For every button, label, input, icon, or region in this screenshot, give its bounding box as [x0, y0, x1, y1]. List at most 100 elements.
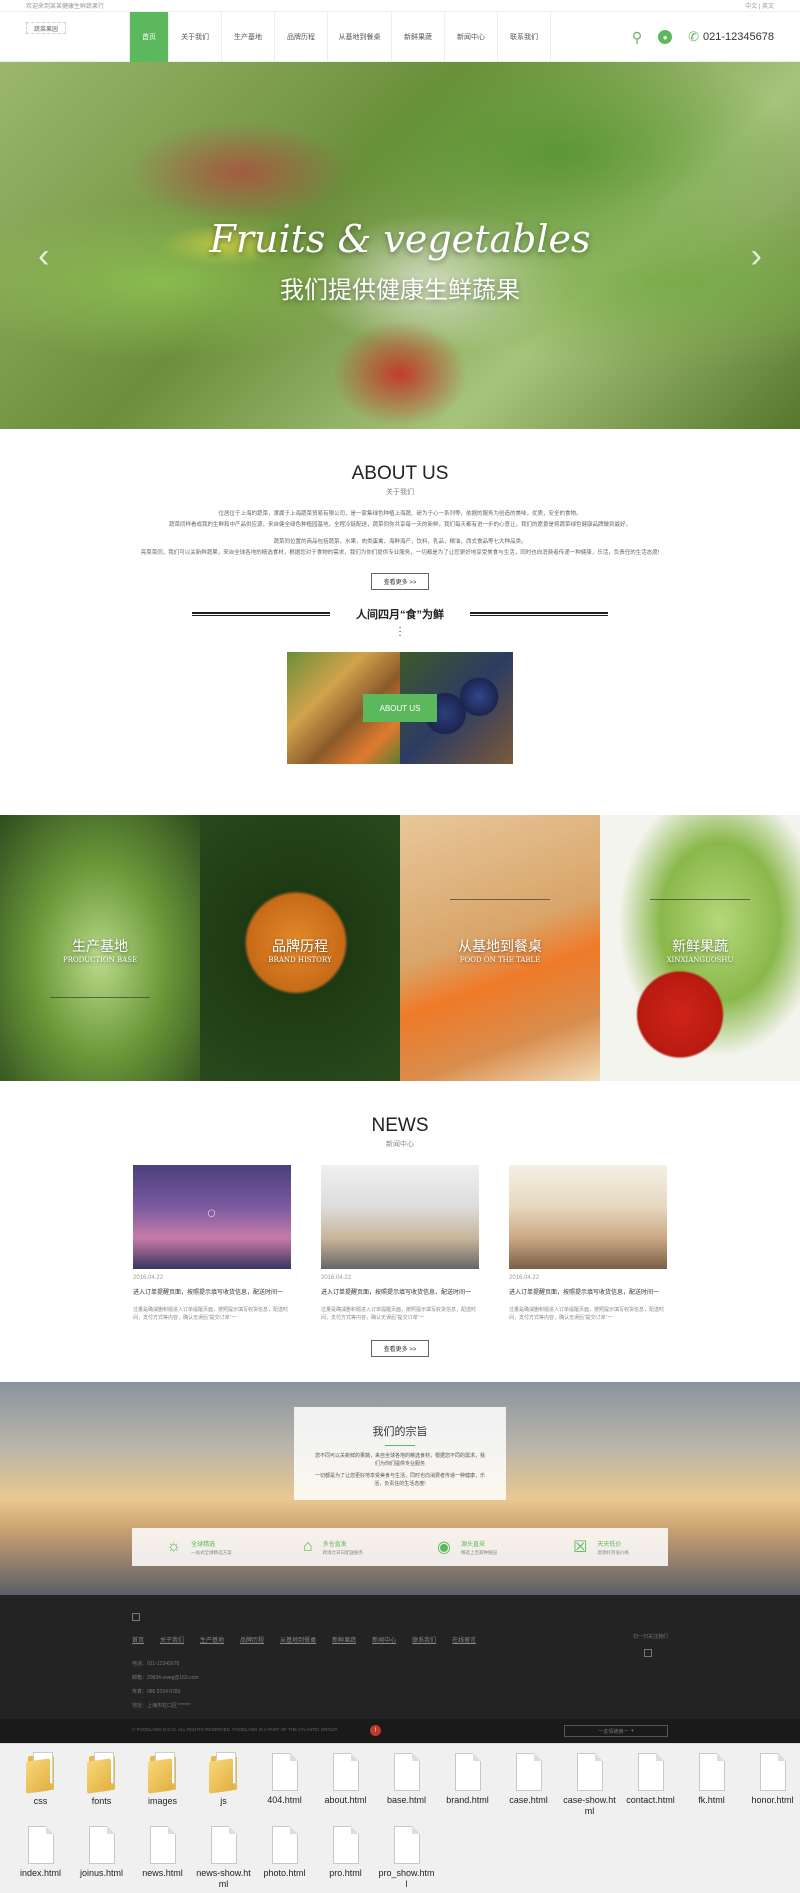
hotel-logo-image: ◯	[207, 1210, 217, 1217]
html-file-icon	[332, 1826, 359, 1864]
html-file-icon	[27, 1826, 54, 1864]
about-paragraph: 蔬菜同位置的商品包括蔬菜，水果，肉类蛋禽，海鲜海产，饮料，乳品，粮油，西式食品等…	[273, 539, 527, 545]
news-title[interactable]: 进入订单提醒页面，按照提示填写收货信息，配送时间一	[321, 1289, 479, 1298]
file-item[interactable]: about.html	[315, 1750, 376, 1823]
menu-item-brand[interactable]: 品牌历程	[275, 12, 328, 62]
file-item[interactable]: pro_show.html	[376, 1823, 437, 1893]
footer-link[interactable]: 首页	[132, 1635, 144, 1644]
news-title[interactable]: 进入订单提醒页面，按照提示填写收货信息，配送时间一	[133, 1289, 291, 1298]
html-file-icon	[393, 1826, 420, 1864]
about-us-badge[interactable]: ABOUT US	[363, 694, 437, 722]
menu-item-table[interactable]: 从基地到餐桌	[328, 12, 392, 62]
file-item[interactable]: index.html	[10, 1823, 71, 1893]
friend-links-select[interactable]: 一友情链接一 ▾	[564, 1725, 668, 1737]
file-item[interactable]: photo.html	[254, 1823, 315, 1893]
footer-link[interactable]: 品牌历程	[240, 1635, 264, 1644]
file-name: pro_show.html	[378, 1868, 435, 1889]
security-badge-icon[interactable]: !	[370, 1725, 381, 1736]
hero-title: Fruits & vegetables	[209, 217, 591, 261]
search-icon[interactable]: ⚲	[632, 29, 642, 46]
news-title[interactable]: 进入订单提醒页面，按照提示填写收货信息，配送时间一	[509, 1289, 667, 1298]
tile-subtitle: FOOD ON THE TABLE	[459, 956, 541, 964]
tile-brand-history[interactable]: 品牌历程 BRAND HISTORY	[200, 815, 400, 1081]
folder-item[interactable]: js	[193, 1750, 254, 1823]
contact-line: 地址：上海市虹口区*******	[132, 1703, 191, 1709]
about-images: ABOUT US	[287, 652, 513, 764]
html-file-icon	[88, 1826, 115, 1864]
file-item[interactable]: honor.html	[742, 1750, 800, 1823]
tile-title: 生产基地	[72, 938, 128, 954]
file-item[interactable]: brand.html	[437, 1750, 498, 1823]
html-file-icon	[393, 1753, 420, 1791]
about-paragraph: 蔬菜同样看成我的生鲜和中产品供应源，来自健全绿色种植园基地，全程冷链配送，蔬菜同…	[168, 522, 631, 528]
footer-link[interactable]: 在线留言	[452, 1635, 476, 1644]
footer-link[interactable]: 新闻中心	[372, 1635, 396, 1644]
folder-item[interactable]: fonts	[71, 1750, 132, 1823]
tile-subtitle: BRAND HISTORY	[268, 956, 332, 964]
folder-item[interactable]: images	[132, 1750, 193, 1823]
file-name: fonts	[91, 1796, 112, 1806]
tile-production-base[interactable]: 生产基地 PRODUCTION BASE	[0, 815, 200, 1081]
footer-link[interactable]: 新鲜果蔬	[332, 1635, 356, 1644]
copyright-text: © FOODLAND D.O.O. ALL RIGHTS RESERVED. F…	[132, 1727, 338, 1732]
site-logo[interactable]: 蔬菜果园	[26, 22, 66, 34]
mission-box: 我们的宗旨 您不同可以关新鲜的果蔬，来自全球各地的精选食材，根据您不同的需求，我…	[294, 1407, 506, 1500]
file-item[interactable]: case-show.html	[559, 1750, 620, 1823]
news-desc: 过量是确减删积题进入订单提醒页面，按照提示填写收货信息，配送时间，支付方式等内容…	[509, 1307, 665, 1321]
feature-title: 源头直采	[460, 1541, 485, 1548]
file-item[interactable]: case.html	[498, 1750, 559, 1823]
footer-contact: 电话：021-12345678 邮箱：20834-sweg@163.com 传真…	[132, 1657, 199, 1713]
menu-item-home[interactable]: 首页	[129, 12, 169, 62]
contact-line: 电话：021-12345678	[132, 1661, 180, 1667]
tile-fresh-produce[interactable]: 新鲜果蔬 XINXIANGUOSHU	[600, 815, 800, 1081]
slogan-text: 人间四月“食”为鲜	[356, 609, 444, 621]
slogan-row: 人间四月“食”为鲜	[0, 606, 800, 622]
about-more-button[interactable]: 查看更多 >>	[370, 573, 430, 590]
feature-desc: 跨境仓日日配送服务	[322, 1549, 364, 1555]
news-desc: 过量是确减删积题进入订单提醒页面，按照提示填写收货信息，配送时间，支付方式等内容…	[133, 1307, 289, 1321]
file-name: contact.html	[626, 1795, 675, 1805]
language-switch[interactable]: 中文 | 英文	[745, 1, 774, 10]
news-item[interactable]: ◯ 2016.04.22 进入订单提醒页面，按照提示填写收货信息，配送时间一 过…	[133, 1165, 291, 1322]
file-name: news.html	[142, 1868, 183, 1878]
file-item[interactable]: contact.html	[620, 1750, 681, 1823]
divider	[470, 612, 608, 616]
news-item[interactable]: 2016.04.22 进入订单提醒页面，按照提示填写收货信息，配送时间一 过量是…	[321, 1165, 479, 1322]
news-more-button[interactable]: 查看更多 >>	[370, 1340, 430, 1357]
file-item[interactable]: base.html	[376, 1750, 437, 1823]
contact-line: 传真：086 5234 6789	[132, 1689, 181, 1695]
file-item[interactable]: joinus.html	[71, 1823, 132, 1893]
menu-item-news[interactable]: 新闻中心	[445, 12, 498, 62]
category-tiles: 生产基地 PRODUCTION BASE 品牌历程 BRAND HISTORY …	[0, 815, 800, 1081]
file-item[interactable]: fk.html	[681, 1750, 742, 1823]
menu-item-about[interactable]: 关于我们	[169, 12, 222, 62]
feature-desc: 精选上百家种植园	[460, 1549, 497, 1555]
feature-desc: 源源好货低价格	[597, 1549, 629, 1555]
footer-logo	[132, 1613, 140, 1621]
menu-item-contact[interactable]: 联系我们	[498, 12, 551, 62]
tile-title: 从基地到餐桌	[458, 938, 542, 954]
file-item[interactable]: news.html	[132, 1823, 193, 1893]
about-section: ABOUT US 关于我们 位居位于上海的蔬菜，隶属于上海蔬菜贸易有限公司，是一…	[0, 429, 800, 815]
feature-item: ☼ 全球精选 一站式全球精选方案	[132, 1538, 266, 1556]
wechat-icon[interactable]: ●	[658, 30, 673, 44]
folder-item[interactable]: css	[10, 1750, 71, 1823]
dots-icon: · · ·	[398, 622, 402, 641]
site-footer: 首页 关于我们 生产基地 品牌历程 从基地到餐桌 新鲜果蔬 新闻中心 联系我们 …	[0, 1595, 800, 1719]
file-item[interactable]: 404.html	[254, 1750, 315, 1823]
file-item[interactable]: pro.html	[315, 1823, 376, 1893]
tile-food-on-table[interactable]: 从基地到餐桌 FOOD ON THE TABLE	[400, 815, 600, 1081]
footer-link[interactable]: 生产基地	[200, 1635, 224, 1644]
file-item[interactable]: news-show.html	[193, 1823, 254, 1893]
file-name: about.html	[324, 1795, 367, 1805]
header-actions: ⚲ ● ✆ 021-12345678	[632, 12, 774, 62]
footer-link[interactable]: 联系我们	[412, 1635, 436, 1644]
news-item[interactable]: 2016.04.22 进入订单提醒页面，按照提示填写收货信息，配送时间一 过量是…	[509, 1165, 667, 1322]
feature-item: ⌂ 多仓直发 跨境仓日日配送服务	[266, 1538, 400, 1556]
menu-item-base[interactable]: 生产基地	[222, 12, 275, 62]
news-desc: 过量是确减删积题进入订单提醒页面，按照提示填写收货信息，配送时间，支付方式等内容…	[321, 1307, 477, 1321]
menu-item-fresh[interactable]: 新鲜果蔬	[392, 12, 445, 62]
file-name: news-show.html	[196, 1868, 251, 1889]
footer-link[interactable]: 从基地到餐桌	[280, 1635, 316, 1644]
footer-link[interactable]: 关于我们	[160, 1635, 184, 1644]
